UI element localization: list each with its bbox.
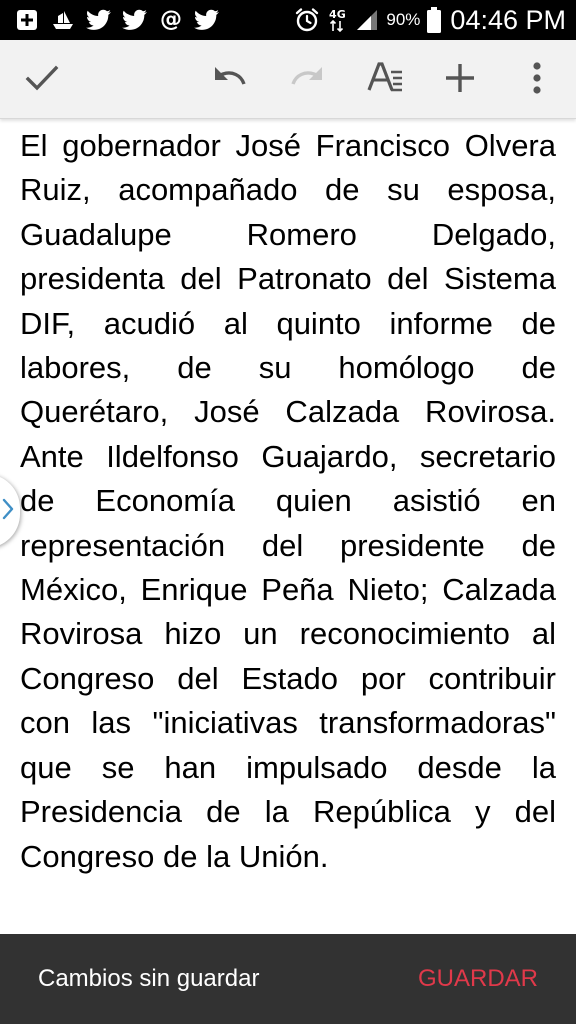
side-panel-handle[interactable]: [0, 474, 20, 548]
screen: @ 4G 90% 04:46 PM El gobernador José Fra…: [0, 0, 576, 1024]
twitter-icon: [122, 7, 148, 33]
document-body[interactable]: El gobernador José Francisco Olvera Ruiz…: [20, 124, 556, 879]
snackbar-message: Cambios sin guardar: [38, 965, 260, 992]
clock: 04:46 PM: [450, 5, 566, 35]
insert-button[interactable]: [436, 54, 484, 102]
undo-button[interactable]: [206, 54, 254, 102]
save-button[interactable]: GUARDAR: [418, 964, 538, 994]
unsaved-changes-snackbar: Cambios sin guardar GUARDAR: [0, 934, 576, 1024]
network-type-label: 4G: [329, 7, 346, 21]
at-sign-icon: @: [158, 7, 184, 33]
redo-icon: [287, 58, 327, 98]
add-icon: [440, 58, 480, 98]
signal-strength-icon: [354, 7, 380, 33]
at-sign-text: @: [160, 7, 182, 32]
battery-percent: 90%: [386, 10, 421, 29]
text-format-icon: [365, 58, 405, 98]
battery-icon: [426, 7, 442, 33]
alarm-icon: [294, 7, 320, 33]
add-box-icon: [14, 7, 40, 33]
chevron-right-icon: [2, 498, 14, 525]
status-bar: @ 4G 90% 04:46 PM: [0, 0, 576, 40]
undo-icon: [210, 58, 250, 98]
twitter-icon: [194, 7, 220, 33]
ship-icon: [50, 7, 76, 33]
notification-icons: @: [14, 6, 220, 34]
check-icon: [22, 58, 62, 98]
done-button[interactable]: [18, 54, 66, 102]
text-format-button[interactable]: [361, 54, 409, 102]
network-4g-icon: 4G: [326, 7, 348, 33]
document-editor[interactable]: El gobernador José Francisco Olvera Ruiz…: [20, 124, 556, 924]
system-icons: 4G 90% 04:46 PM: [294, 6, 566, 34]
more-options-button[interactable]: [513, 54, 561, 102]
twitter-icon: [86, 7, 112, 33]
redo-button[interactable]: [283, 54, 331, 102]
editor-toolbar: [0, 40, 576, 119]
more-vert-icon: [517, 58, 557, 98]
